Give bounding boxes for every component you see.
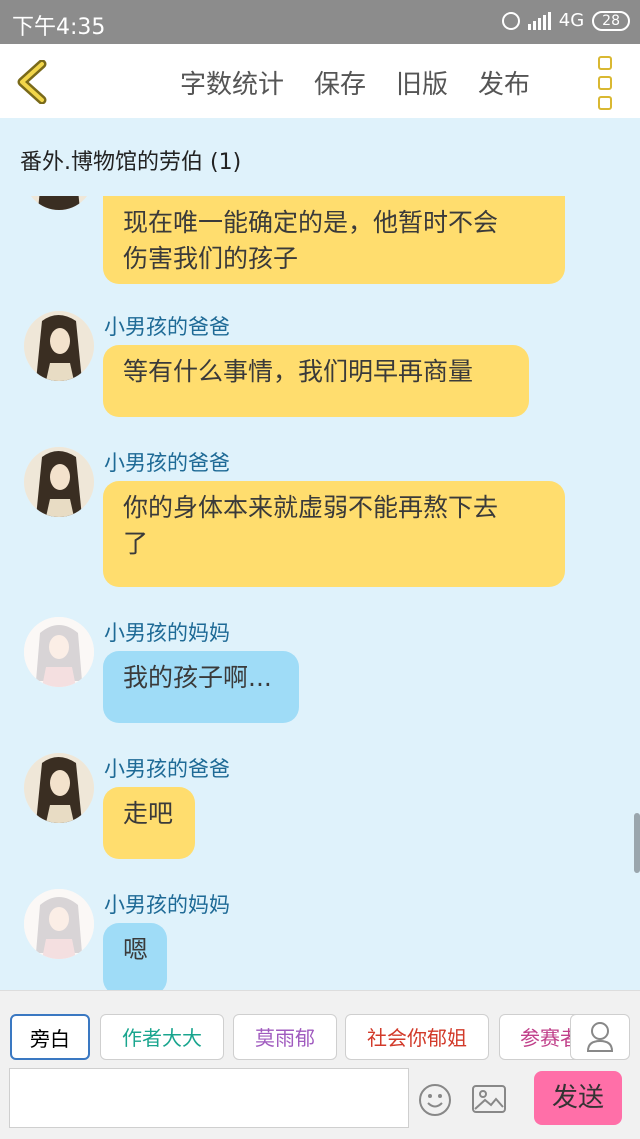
message-bubble: 走吧 — [103, 787, 195, 859]
avatar — [24, 617, 94, 687]
message-input[interactable] — [9, 1068, 409, 1128]
sender-name: 小男孩的妈妈 — [104, 621, 230, 645]
avatar — [24, 753, 94, 823]
message-bubble: 我的孩子啊... — [103, 651, 299, 723]
character-chip-contestant[interactable]: 参赛者 — [499, 1014, 576, 1060]
person-icon — [586, 1022, 614, 1052]
composer: 旁白 作者大大 莫雨郁 社会你郁姐 参赛者 发送 — [0, 990, 640, 1139]
avatar — [24, 311, 94, 381]
add-character-button[interactable] — [570, 1014, 630, 1060]
chapter-title: 番外.博物馆的劳伯 (1) — [20, 150, 242, 175]
character-chips: 旁白 作者大大 莫雨郁 社会你郁姐 参赛者 — [0, 991, 576, 1071]
more-icon[interactable] — [598, 56, 612, 110]
character-chip-moyuyu[interactable]: 莫雨郁 — [233, 1014, 337, 1060]
send-button[interactable]: 发送 — [534, 1071, 622, 1125]
signal-icon — [527, 11, 551, 30]
message-list[interactable]: 现在唯一能确定的是，他暂时不会 伤害我们的孩子 小男孩的爸爸 等有什么事情，我们… — [0, 196, 640, 990]
toolbar: 字数统计 保存 旧版 发布 — [0, 44, 640, 119]
avatar — [24, 889, 94, 959]
sender-name: 小男孩的妈妈 — [104, 893, 230, 917]
image-icon[interactable] — [472, 1085, 506, 1113]
publish-button[interactable]: 发布 — [478, 64, 530, 101]
character-chip-author[interactable]: 作者大大 — [100, 1014, 224, 1060]
save-button[interactable]: 保存 — [314, 64, 366, 101]
message-bubble: 现在唯一能确定的是，他暂时不会 伤害我们的孩子 — [103, 196, 565, 284]
back-chevron-icon[interactable] — [14, 60, 50, 104]
sender-name: 小男孩的爸爸 — [104, 315, 230, 339]
status-bar: 下午4:35 4G 28 — [0, 0, 640, 44]
message-bubble: 嗯 — [103, 923, 167, 990]
sender-name: 小男孩的爸爸 — [104, 757, 230, 781]
toolbar-menu: 字数统计 保存 旧版 发布 — [180, 64, 530, 101]
character-chip-narrator[interactable]: 旁白 — [10, 1014, 90, 1060]
message-bubble: 你的身体本来就虚弱不能再熬下去 了 — [103, 481, 565, 587]
chat-area: 番外.博物馆的劳伯 (1) 现在唯一能确定的是，他暂时不会 伤害我们的孩子 小男… — [0, 118, 640, 990]
avatar — [24, 196, 94, 210]
avatar — [24, 447, 94, 517]
network-label: 4G — [558, 10, 585, 31]
status-time: 下午4:35 — [12, 15, 106, 40]
alarm-icon — [501, 11, 520, 30]
scrollbar-thumb[interactable] — [634, 813, 640, 873]
word-count-button[interactable]: 字数统计 — [180, 64, 284, 101]
message-bubble: 等有什么事情，我们明早再商量 — [103, 345, 529, 417]
sender-name: 小男孩的爸爸 — [104, 451, 230, 475]
status-icons: 4G 28 — [501, 10, 630, 31]
emoji-icon[interactable] — [418, 1083, 452, 1117]
character-chip-yujie[interactable]: 社会你郁姐 — [345, 1014, 489, 1060]
old-version-button[interactable]: 旧版 — [396, 64, 448, 101]
battery-icon: 28 — [592, 10, 630, 31]
